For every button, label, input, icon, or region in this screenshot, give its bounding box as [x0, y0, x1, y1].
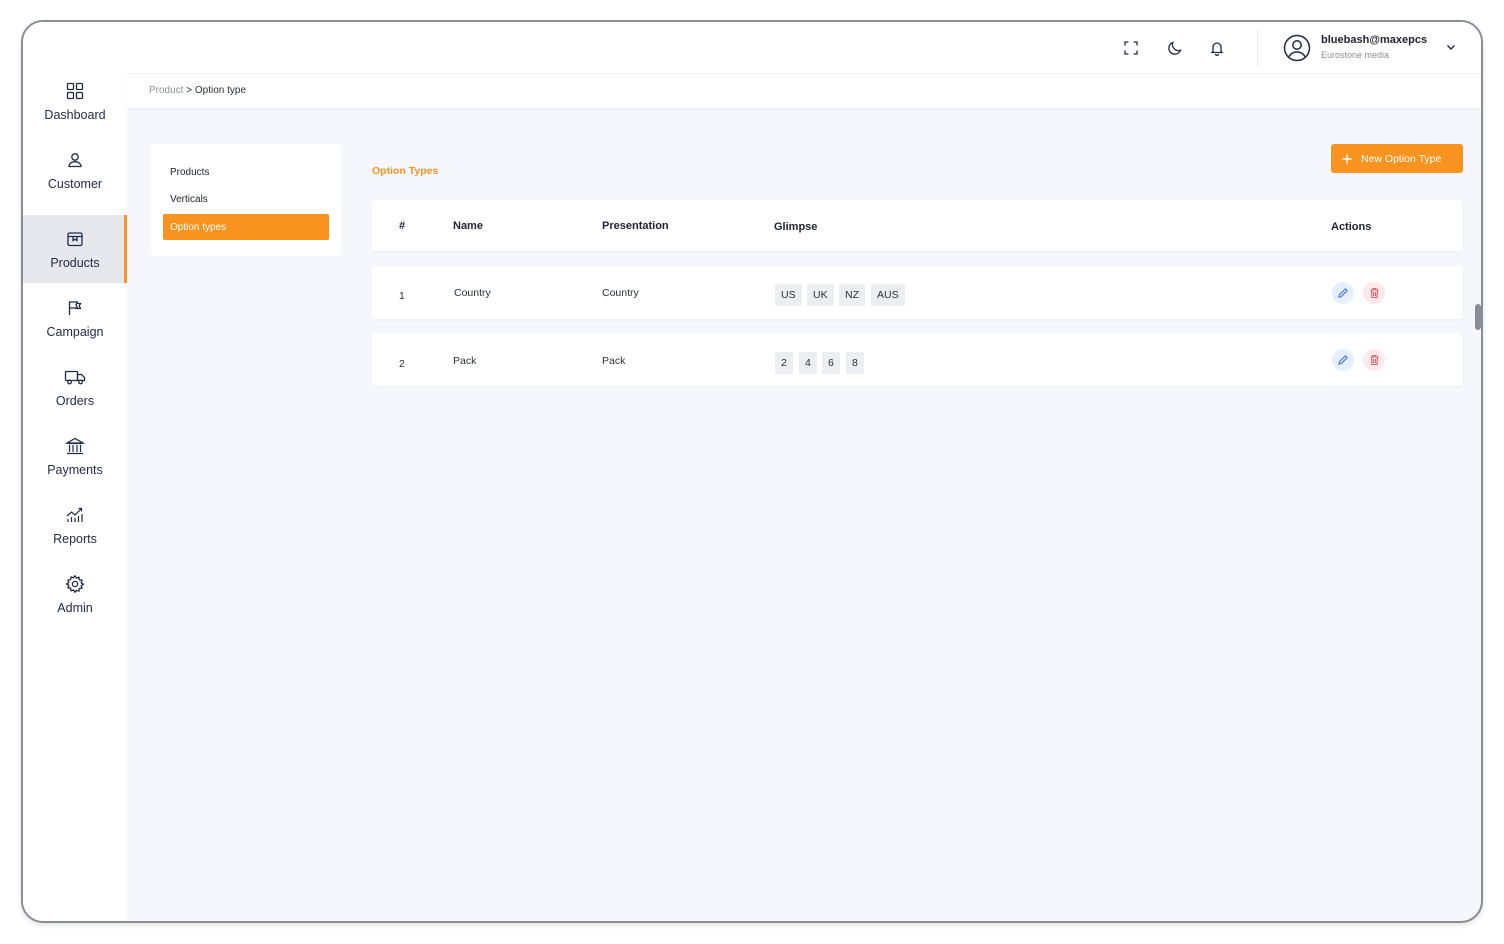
- sidebar-item-label: Products: [50, 256, 100, 270]
- sidebar-item-admin[interactable]: Admin: [23, 560, 127, 628]
- breadcrumb-bar: Product > Option type: [127, 74, 1481, 108]
- row-index: 2: [399, 358, 405, 370]
- sidebar-item-products[interactable]: Products: [23, 215, 127, 283]
- user-name: bluebash@maxepcs: [1321, 34, 1428, 46]
- sidebar-item-label: Dashboard: [44, 108, 106, 122]
- column-header-presentation: Presentation: [602, 220, 669, 232]
- user-org: Eurostone media: [1321, 50, 1390, 60]
- pencil-icon: [1338, 287, 1349, 298]
- row-presentation: Pack: [602, 355, 626, 367]
- sidebar-item-campaign[interactable]: Campaign: [23, 284, 127, 352]
- row-name: Pack: [453, 355, 477, 367]
- header-divider: [1257, 30, 1258, 66]
- edit-button[interactable]: [1332, 349, 1354, 371]
- glimpse-chip: 2: [775, 352, 793, 374]
- user-menu[interactable]: bluebash@maxepcs Eurostone media: [1283, 32, 1463, 64]
- new-option-type-label: New Option Type: [1361, 152, 1442, 165]
- column-header-index: #: [399, 220, 406, 232]
- table-header: # Name Presentation Glimpse Actions: [372, 200, 1462, 251]
- sidebar-item-reports[interactable]: Reports: [23, 491, 127, 559]
- sidebar: Dashboard Customer Products Campaign Ord…: [23, 22, 127, 921]
- trash-icon: [1370, 287, 1378, 299]
- edit-button[interactable]: [1332, 282, 1354, 304]
- scrollbar-thumb[interactable]: [1475, 304, 1481, 330]
- dashboard-icon: [64, 80, 86, 102]
- column-header-glimpse: Glimpse: [774, 221, 818, 233]
- moon-icon[interactable]: [1165, 38, 1185, 58]
- user-icon: [64, 149, 86, 171]
- bell-icon[interactable]: [1207, 38, 1227, 58]
- glimpse-chip: NZ: [839, 284, 865, 306]
- column-header-name: Name: [453, 220, 483, 232]
- submenu-item-verticals[interactable]: Verticals: [163, 186, 329, 212]
- glimpse-chip: UK: [807, 284, 834, 306]
- plus-icon: [1341, 153, 1353, 165]
- breadcrumb: Product > Option type: [149, 85, 246, 96]
- submenu-item-option-types[interactable]: Option types: [163, 214, 329, 240]
- row-presentation: Country: [602, 287, 639, 299]
- row-name: Country: [454, 287, 491, 299]
- glimpse-chip: 6: [822, 352, 840, 374]
- chevron-down-icon[interactable]: [1445, 40, 1457, 52]
- row-index: 1: [399, 290, 405, 302]
- gear-icon: [64, 573, 86, 595]
- glimpse-chip: US: [775, 284, 802, 306]
- new-option-type-button[interactable]: New Option Type: [1331, 144, 1463, 173]
- breadcrumb-separator: >: [186, 85, 193, 96]
- breadcrumb-parent[interactable]: Product: [149, 85, 183, 96]
- bank-icon: [64, 435, 86, 457]
- flag-icon: [64, 297, 86, 319]
- submenu-item-products[interactable]: Products: [163, 159, 329, 185]
- table-row: 2 Pack Pack 2 4 6 8: [372, 333, 1462, 386]
- pencil-icon: [1338, 354, 1349, 365]
- sidebar-item-label: Campaign: [46, 325, 104, 339]
- sidebar-item-label: Admin: [57, 601, 93, 615]
- truck-icon: [64, 366, 86, 388]
- sidebar-item-label: Payments: [47, 463, 103, 477]
- sidebar-item-customer[interactable]: Customer: [23, 136, 127, 204]
- column-header-actions: Actions: [1331, 221, 1372, 233]
- product-box-icon: [64, 228, 86, 250]
- sidebar-item-payments[interactable]: Payments: [23, 422, 127, 490]
- delete-button[interactable]: [1363, 282, 1385, 304]
- table-row: 1 Country Country US UK NZ AUS: [372, 266, 1462, 319]
- sidebar-item-dashboard[interactable]: Dashboard: [23, 67, 127, 135]
- fullscreen-icon[interactable]: [1121, 38, 1141, 58]
- product-submenu: Products Verticals Option types: [151, 144, 341, 256]
- trash-icon: [1370, 354, 1378, 366]
- breadcrumb-current: Option type: [194, 85, 247, 96]
- glimpse-chip: 4: [799, 352, 817, 374]
- app-window: Dashboard Customer Products Campaign Ord…: [21, 20, 1483, 923]
- sidebar-item-orders[interactable]: Orders: [23, 353, 127, 421]
- delete-button[interactable]: [1363, 349, 1385, 371]
- avatar-icon: [1283, 34, 1311, 62]
- sidebar-item-label: Reports: [53, 532, 97, 546]
- sidebar-item-label: Orders: [55, 394, 95, 408]
- glimpse-chip: 8: [846, 352, 864, 374]
- sidebar-item-label: Customer: [47, 177, 103, 191]
- glimpse-chip: AUS: [871, 284, 905, 306]
- chart-icon: [64, 504, 86, 526]
- top-header: bluebash@maxepcs Eurostone media: [127, 22, 1481, 74]
- page-title: Option Types: [372, 165, 439, 177]
